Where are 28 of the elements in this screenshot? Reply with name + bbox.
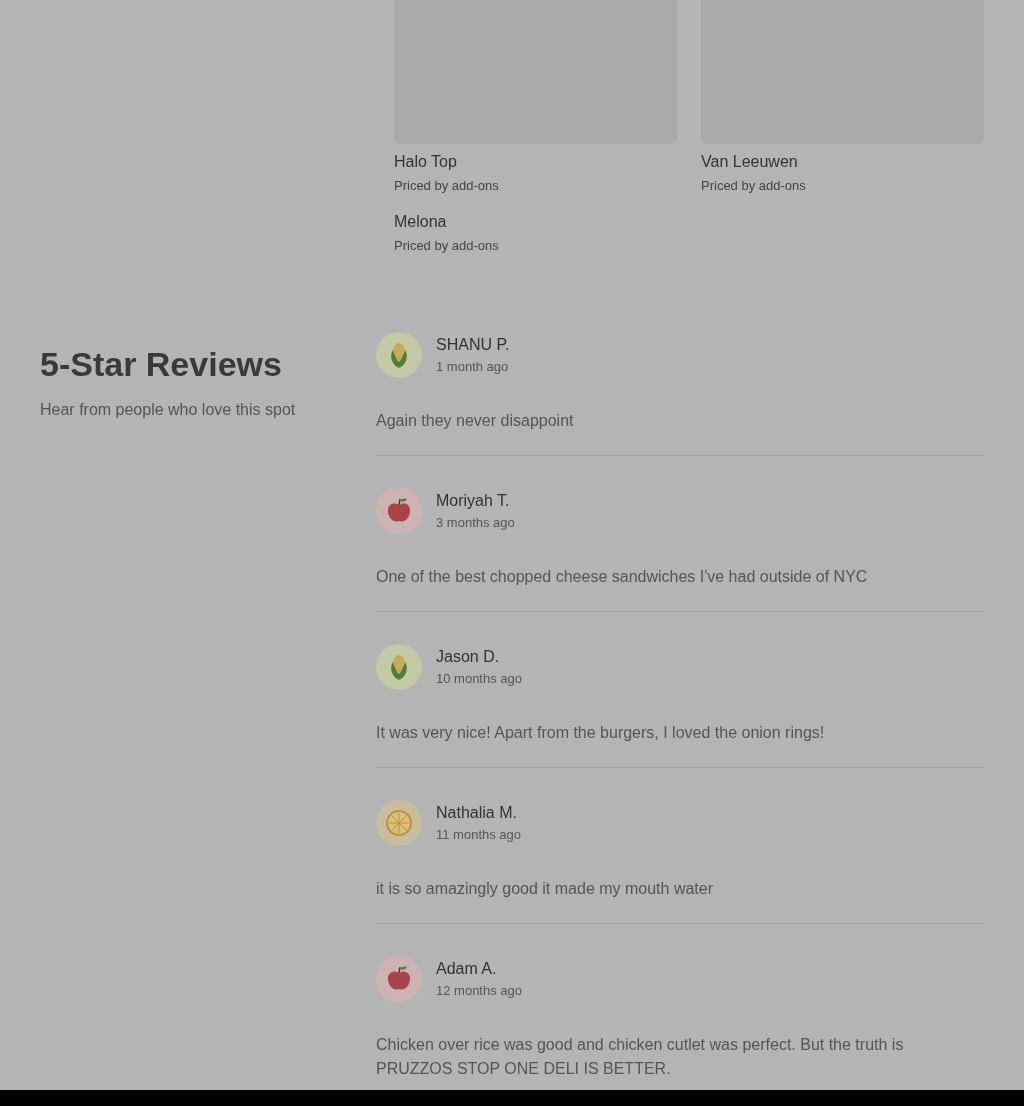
citrus-slice-avatar-icon <box>376 800 422 846</box>
review-time: 1 month ago <box>436 358 510 376</box>
corn-avatar-icon <box>376 332 422 378</box>
reviewer-name: Nathalia M. <box>436 803 518 823</box>
product-price: Priced by add-ons <box>394 237 500 255</box>
apple-avatar-icon <box>376 956 422 1002</box>
reviewer-name: Jason D. <box>436 647 501 667</box>
review-text: it is so amazingly good it made my mouth water <box>376 879 715 899</box>
reviewer-name: Adam A. <box>436 959 498 979</box>
section-title: 5-Star Reviews <box>40 344 283 385</box>
section-subtitle: Hear from people who love this spot <box>40 400 297 420</box>
review-time: 11 months ago <box>436 826 522 844</box>
review-time: 10 months ago <box>436 670 522 688</box>
product-name: Van Leeuwen <box>701 152 799 172</box>
review-text: One of the best chopped cheese sandwiches I've had outside of NYC <box>376 567 869 587</box>
reviewer-name: Moriyah T. <box>436 491 511 511</box>
product-name: Melona <box>394 212 448 232</box>
product-name: Halo Top <box>394 152 458 172</box>
reviewer-name: SHANU P. <box>436 335 510 355</box>
apple-avatar-icon <box>376 488 422 534</box>
review-text: Again they never disappoint <box>376 411 575 431</box>
product-price: Priced by add-ons <box>701 177 807 195</box>
corn-avatar-icon <box>376 644 422 690</box>
product-price: Priced by add-ons <box>394 177 500 195</box>
review-text: Chicken over rice was good and chicken cutlet was perfect. But the truth is PRUZZOS STOP ONE DELI IS BETTER. <box>376 1035 905 1079</box>
review-time: 3 months ago <box>436 514 515 532</box>
review-time: 12 months ago <box>436 982 522 1000</box>
review-text: It was very nice! Apart from the burgers, I loved the onion rings! <box>376 723 826 743</box>
